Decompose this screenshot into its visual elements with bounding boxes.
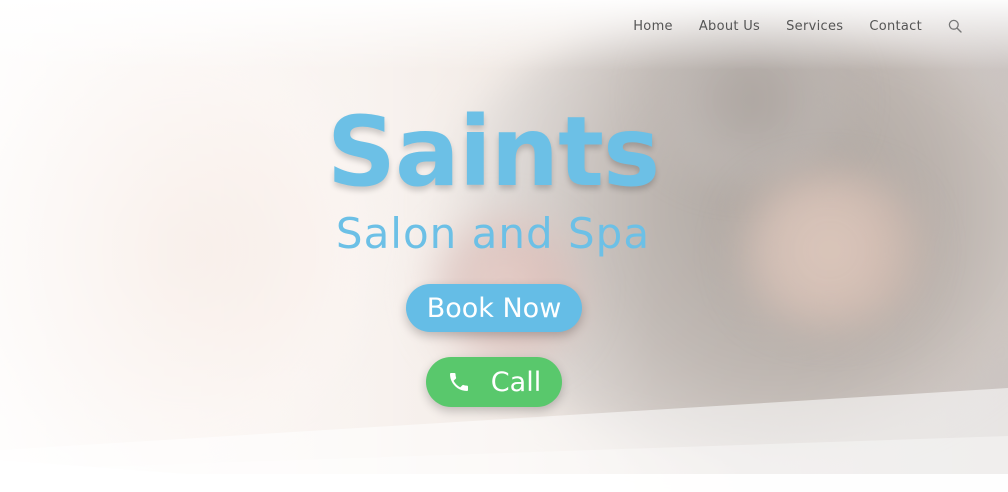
book-now-label: Book Now	[426, 292, 562, 324]
hero-branding: Saints Salon and Spa	[0, 92, 986, 260]
nav-item-about-us[interactable]: About Us	[699, 19, 760, 34]
book-now-button[interactable]: Book Now	[406, 284, 582, 332]
header-fade	[0, 0, 1008, 70]
nav-item-services[interactable]: Services	[786, 19, 843, 34]
main-navigation: Home About Us Services Contact	[633, 18, 964, 34]
phone-icon	[447, 370, 471, 394]
nav-item-contact[interactable]: Contact	[869, 19, 922, 34]
call-label: Call	[490, 366, 542, 398]
nav-item-home[interactable]: Home	[633, 19, 673, 34]
call-button[interactable]: Call	[426, 357, 562, 407]
site-title: Saints	[326, 96, 660, 208]
search-icon[interactable]	[948, 19, 964, 35]
site-subtitle: Salon and Spa	[335, 209, 651, 258]
